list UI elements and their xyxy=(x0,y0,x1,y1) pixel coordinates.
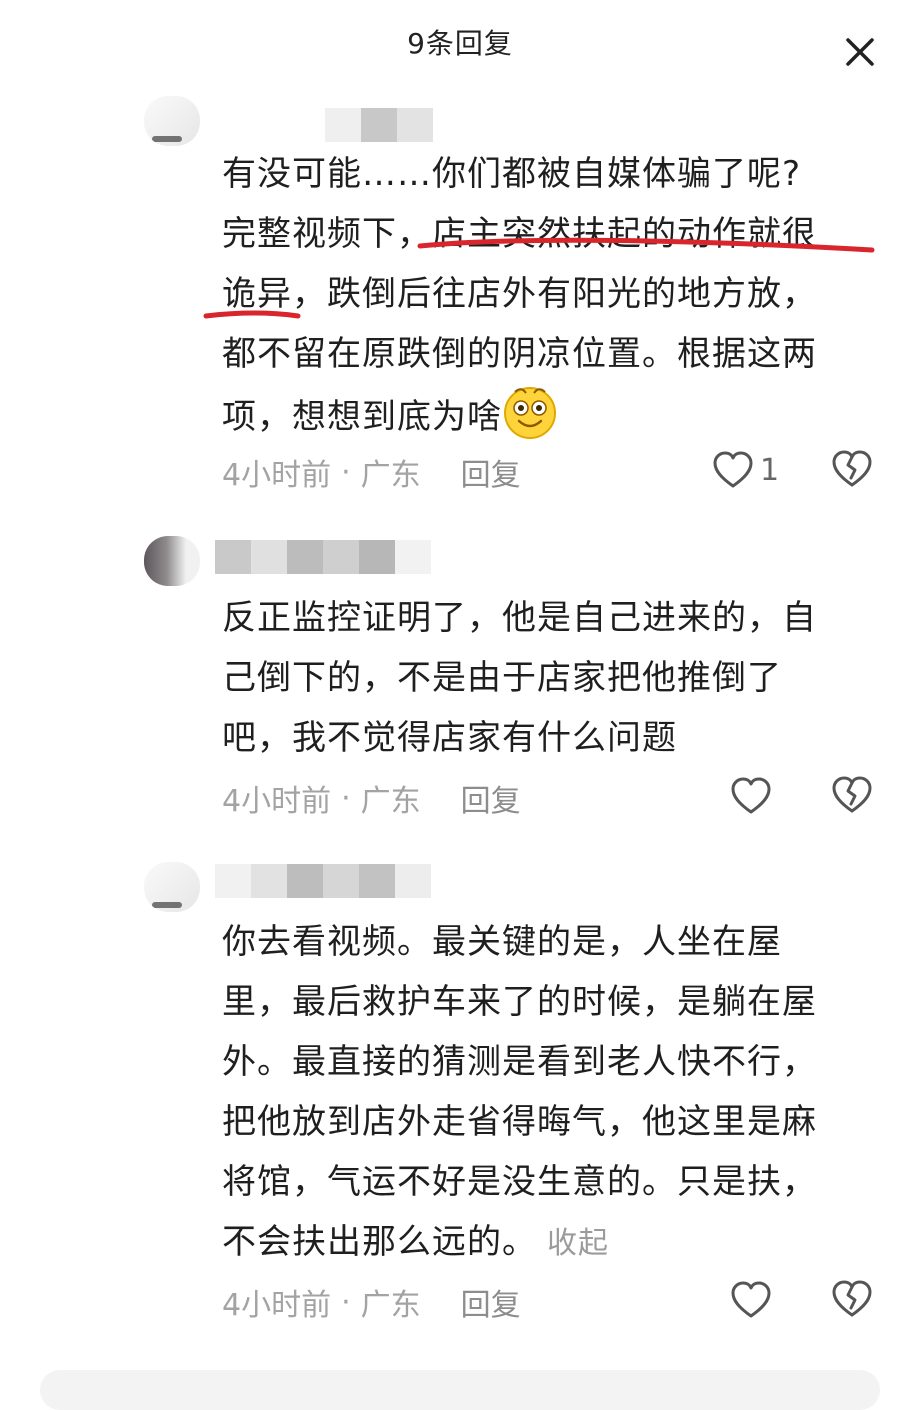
highlighted-text: 店主突然扶起的动作就很 xyxy=(432,214,817,254)
comment-line: 项，想想到底为啥 xyxy=(222,384,872,447)
comment-line: 有没可能……你们都被自媒体骗了呢? xyxy=(222,154,802,194)
comment-meta: 4小时前 · 广东 回复 xyxy=(222,450,521,494)
broken-heart-icon xyxy=(832,450,872,487)
comment-time: 4小时前 xyxy=(222,784,332,819)
like-button[interactable] xyxy=(730,774,772,818)
close-icon xyxy=(846,38,874,66)
meta-separator: · xyxy=(341,1284,351,1320)
comment-time: 4小时前 xyxy=(222,458,332,493)
comment-line: 己倒下的，不是由于店家把他推倒了 xyxy=(222,658,782,698)
like-button[interactable]: 1 xyxy=(712,448,779,492)
comment-line: 外。最直接的猜测是看到老人快不行， xyxy=(222,1042,817,1082)
reply-button[interactable]: 回复 xyxy=(461,450,521,494)
comment-line: 吧，我不觉得店家有什么问题 xyxy=(222,718,677,758)
heart-icon xyxy=(731,1281,771,1318)
meta-separator: · xyxy=(341,454,351,490)
comment-meta: 4小时前 · 广东 回复 xyxy=(222,776,521,820)
close-button[interactable] xyxy=(838,30,882,74)
avatar[interactable] xyxy=(144,862,200,912)
collapse-button[interactable]: 收起 xyxy=(547,1226,609,1261)
comment-region: 广东 xyxy=(360,458,421,493)
avatar[interactable] xyxy=(144,96,200,146)
meta-separator: · xyxy=(341,780,351,816)
dislike-button[interactable] xyxy=(830,774,874,818)
comment-line: 诡异，跌倒后往店外有阳光的地方放， xyxy=(222,274,817,314)
comment-line: 你去看视频。最关键的是，人坐在屋 xyxy=(222,922,782,962)
comment-line: 不会扶出那么远的。 收起 xyxy=(222,1222,609,1262)
like-count: 1 xyxy=(760,452,780,488)
comment-line: 完整视频下，店主突然扶起的动作就很 xyxy=(222,214,817,254)
username-blurred[interactable] xyxy=(215,864,431,898)
replies-header: 9条回复 xyxy=(0,0,920,90)
comment-line: 反正监控证明了，他是自己进来的，自 xyxy=(222,598,817,638)
reply-input-bar[interactable] xyxy=(40,1370,880,1410)
reply-button[interactable]: 回复 xyxy=(461,776,521,820)
smile-emoji-icon xyxy=(504,387,556,439)
comment-line: 里，最后救护车来了的时候，是躺在屋 xyxy=(222,982,817,1022)
comment-text: 反正监控证明了，他是自己进来的，自 己倒下的，不是由于店家把他推倒了 吧，我不觉… xyxy=(222,588,872,768)
reply-button[interactable]: 回复 xyxy=(461,1280,521,1324)
highlighted-text: 诡异 xyxy=(222,274,292,314)
broken-heart-icon xyxy=(832,776,872,813)
avatar[interactable] xyxy=(144,536,200,586)
comment-region: 广东 xyxy=(360,1288,421,1323)
broken-heart-icon xyxy=(832,1280,872,1317)
dislike-button[interactable] xyxy=(830,1278,874,1322)
heart-icon xyxy=(731,777,771,814)
heart-icon xyxy=(713,451,753,488)
comment-region: 广东 xyxy=(360,784,421,819)
replies-count-title: 9条回复 xyxy=(407,27,513,60)
comment-line: 都不留在原跌倒的阴凉位置。根据这两 xyxy=(222,334,817,374)
comment-line: 将馆，气运不好是没生意的。只是扶， xyxy=(222,1162,817,1202)
username-blurred[interactable] xyxy=(325,108,433,142)
dislike-button[interactable] xyxy=(830,448,874,492)
comment-text: 你去看视频。最关键的是，人坐在屋 里，最后救护车来了的时候，是躺在屋 外。最直接… xyxy=(222,912,872,1274)
username-blurred[interactable] xyxy=(215,540,431,574)
comment-time: 4小时前 xyxy=(222,1288,332,1323)
comment-line: 把他放到店外走省得晦气，他这里是麻 xyxy=(222,1102,817,1142)
comment-meta: 4小时前 · 广东 回复 xyxy=(222,1280,521,1324)
like-button[interactable] xyxy=(730,1278,772,1322)
comment-text: 有没可能……你们都被自媒体骗了呢? 完整视频下，店主突然扶起的动作就很 诡异，跌… xyxy=(222,144,872,447)
